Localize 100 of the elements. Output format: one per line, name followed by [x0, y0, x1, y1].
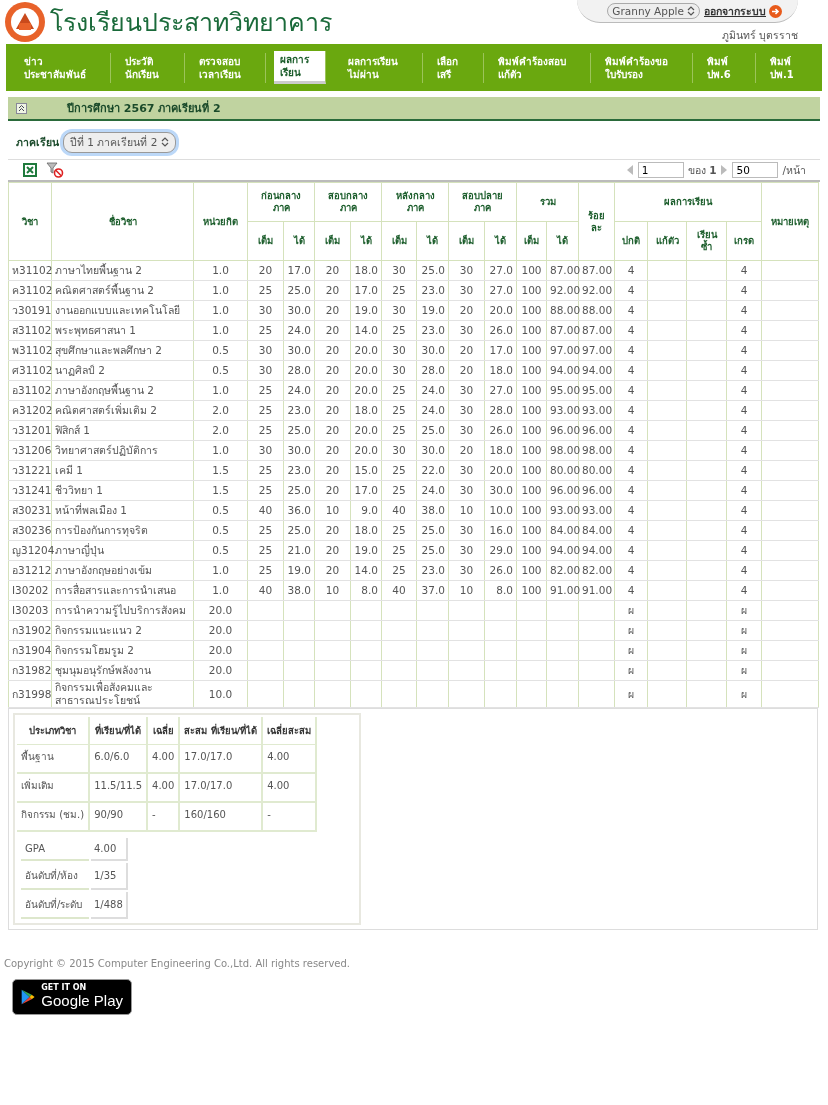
page-size-field[interactable]: 50 — [732, 162, 779, 178]
table-cell: 20.0 — [350, 440, 382, 461]
table-cell: 26.0 — [484, 320, 517, 341]
table-cell: 2.0 — [193, 420, 248, 441]
table-cell: 4 — [726, 460, 762, 481]
nav-tab[interactable]: ตรวจสอบ เวลาเรียน — [184, 52, 266, 83]
copyright-text: Copyright © 2015 Computer Engineering Co.,Ltd. All rights reserved. — [4, 958, 351, 969]
semester-select[interactable]: ปีที่ 1 ภาคเรียนที่ 2 — [63, 131, 177, 153]
table-cell: 27.0 — [484, 380, 517, 401]
table-cell: 4 — [726, 440, 762, 461]
table-cell: 30 — [448, 540, 485, 561]
table-cell: 0.5 — [193, 520, 248, 541]
nav-tab[interactable]: พิมพ์ ปพ.6 — [693, 52, 756, 83]
table-cell: 100 — [516, 580, 547, 601]
table-cell: ก31982 — [8, 660, 52, 681]
table-cell: ค31102 — [8, 280, 52, 301]
table-cell: 40 — [381, 500, 417, 521]
table-cell: 25.0 — [416, 520, 449, 541]
table-cell: 4 — [614, 360, 648, 381]
table-cell: 21.0 — [283, 540, 315, 561]
table-cell: วิทยาศาสตร์ปฏิบัติการ — [51, 440, 194, 461]
nav-tab[interactable]: พิมพ์คำร้องสอบ แก้ตัว — [483, 52, 591, 83]
table-cell: 100 — [516, 560, 547, 581]
table-cell: 17.0 — [484, 340, 517, 361]
nav-tab[interactable]: ข่าว ประชาสัมพันธ์ — [10, 52, 112, 83]
table-cell: 20 — [314, 320, 351, 341]
stat-label: อันดับที่/ระดับ — [21, 892, 89, 919]
table-cell: 15.0 — [350, 460, 382, 481]
page-number-field[interactable]: 1 — [637, 162, 684, 178]
spreadsheet-icon[interactable] — [22, 162, 38, 178]
school-name: โรงเรียนประสาทวิทยาคาร — [50, 7, 332, 38]
table-cell: 30 — [381, 340, 417, 361]
table-cell: 20 — [314, 360, 351, 381]
table-cell: 20.0 — [350, 360, 382, 381]
table-cell: 1.0 — [193, 300, 248, 321]
table-cell: - — [262, 802, 317, 831]
nav-tab[interactable]: ประวัติ นักเรียน — [111, 52, 185, 83]
table-cell: 14.0 — [350, 560, 382, 581]
table-cell: 95.00 — [546, 380, 579, 401]
table-cell: 17.0/17.0 — [179, 744, 263, 773]
nav-tab[interactable]: พิมพ์ ปพ.1 — [756, 52, 819, 83]
table-cell: 2.0 — [193, 400, 248, 421]
table-cell: 22.0 — [416, 460, 449, 481]
table-cell: ผ — [726, 600, 762, 621]
theme-select[interactable]: Granny Apple — [607, 3, 700, 19]
table-cell: 4 — [726, 580, 762, 601]
table-cell: 20 — [314, 400, 351, 421]
table-cell: 97.00 — [546, 340, 579, 361]
table-cell: 1.0 — [193, 260, 248, 281]
table-cell: 30 — [448, 280, 485, 301]
table-cell: 40 — [247, 500, 284, 521]
table-cell: 4 — [726, 420, 762, 441]
table-cell: 10.0 — [193, 680, 248, 708]
table-cell: 25.0 — [283, 280, 315, 301]
nav-tab[interactable]: ผลการ เรียน — [273, 51, 326, 84]
table-cell: 25 — [381, 540, 417, 561]
collapse-icon[interactable] — [16, 102, 27, 114]
table-cell: งานออกแบบและเทคโนโลยี — [51, 300, 194, 321]
table-cell: กิจกรรมโฮมรูม 2 — [51, 640, 194, 661]
table-cell: 82.00 — [546, 560, 579, 581]
per-page-label: /หน้า — [782, 162, 806, 178]
table-cell: 19.0 — [350, 300, 382, 321]
table-cell: 20.0 — [193, 660, 248, 681]
table-cell: คณิตศาสตร์เพิ่มเติม 2 — [51, 400, 194, 421]
table-cell: 98.00 — [546, 440, 579, 461]
table-cell: 0.5 — [193, 540, 248, 561]
table-cell: 30.0 — [283, 340, 315, 361]
table-cell: 25 — [381, 560, 417, 581]
table-cell: ผ — [726, 620, 762, 641]
table-cell: 25 — [381, 420, 417, 441]
store-badge[interactable]: GET IT ON Google Play — [12, 979, 132, 1015]
table-cell: 36.0 — [283, 500, 315, 521]
logout-link[interactable]: ออกจากระบบ — [704, 2, 782, 20]
column-header: เฉลี่ยสะสม — [262, 717, 317, 745]
table-cell: 4 — [726, 300, 762, 321]
table-cell: 30 — [381, 300, 417, 321]
table-cell: 87.00 — [546, 320, 579, 341]
table-cell: 20 — [448, 360, 485, 381]
table-cell: 24.0 — [283, 320, 315, 341]
table-cell: การนำความรู้ไปบริการสังคม — [51, 600, 194, 621]
nav-tab[interactable]: ผลการเรียน ไม่ผ่าน — [334, 52, 424, 83]
filter-clear-icon[interactable] — [46, 162, 64, 178]
table-cell: 16.0 — [484, 520, 517, 541]
table-cell: 160/160 — [179, 802, 263, 831]
table-cell: 1.0 — [193, 440, 248, 461]
table-cell: 23.0 — [283, 460, 315, 481]
table-cell: ก31904 — [8, 640, 52, 661]
table-cell: 20 — [314, 300, 351, 321]
table-cell: 4.00 — [147, 773, 180, 802]
table-cell: 17.0/17.0 — [179, 773, 263, 802]
stat-value: 1/488 — [91, 892, 128, 919]
nav-tab[interactable]: พิมพ์คำร้องขอ ใบรับรอง — [590, 52, 693, 83]
table-cell: 4 — [614, 500, 648, 521]
table-cell: 100 — [516, 280, 547, 301]
table-cell: 4 — [726, 340, 762, 361]
table-cell: 4 — [726, 540, 762, 561]
table-cell: 23.0 — [416, 280, 449, 301]
nav-tab[interactable]: เลือก เสรี — [423, 52, 484, 83]
table-cell: 25 — [247, 320, 284, 341]
table-cell: อ31102 — [8, 380, 52, 401]
